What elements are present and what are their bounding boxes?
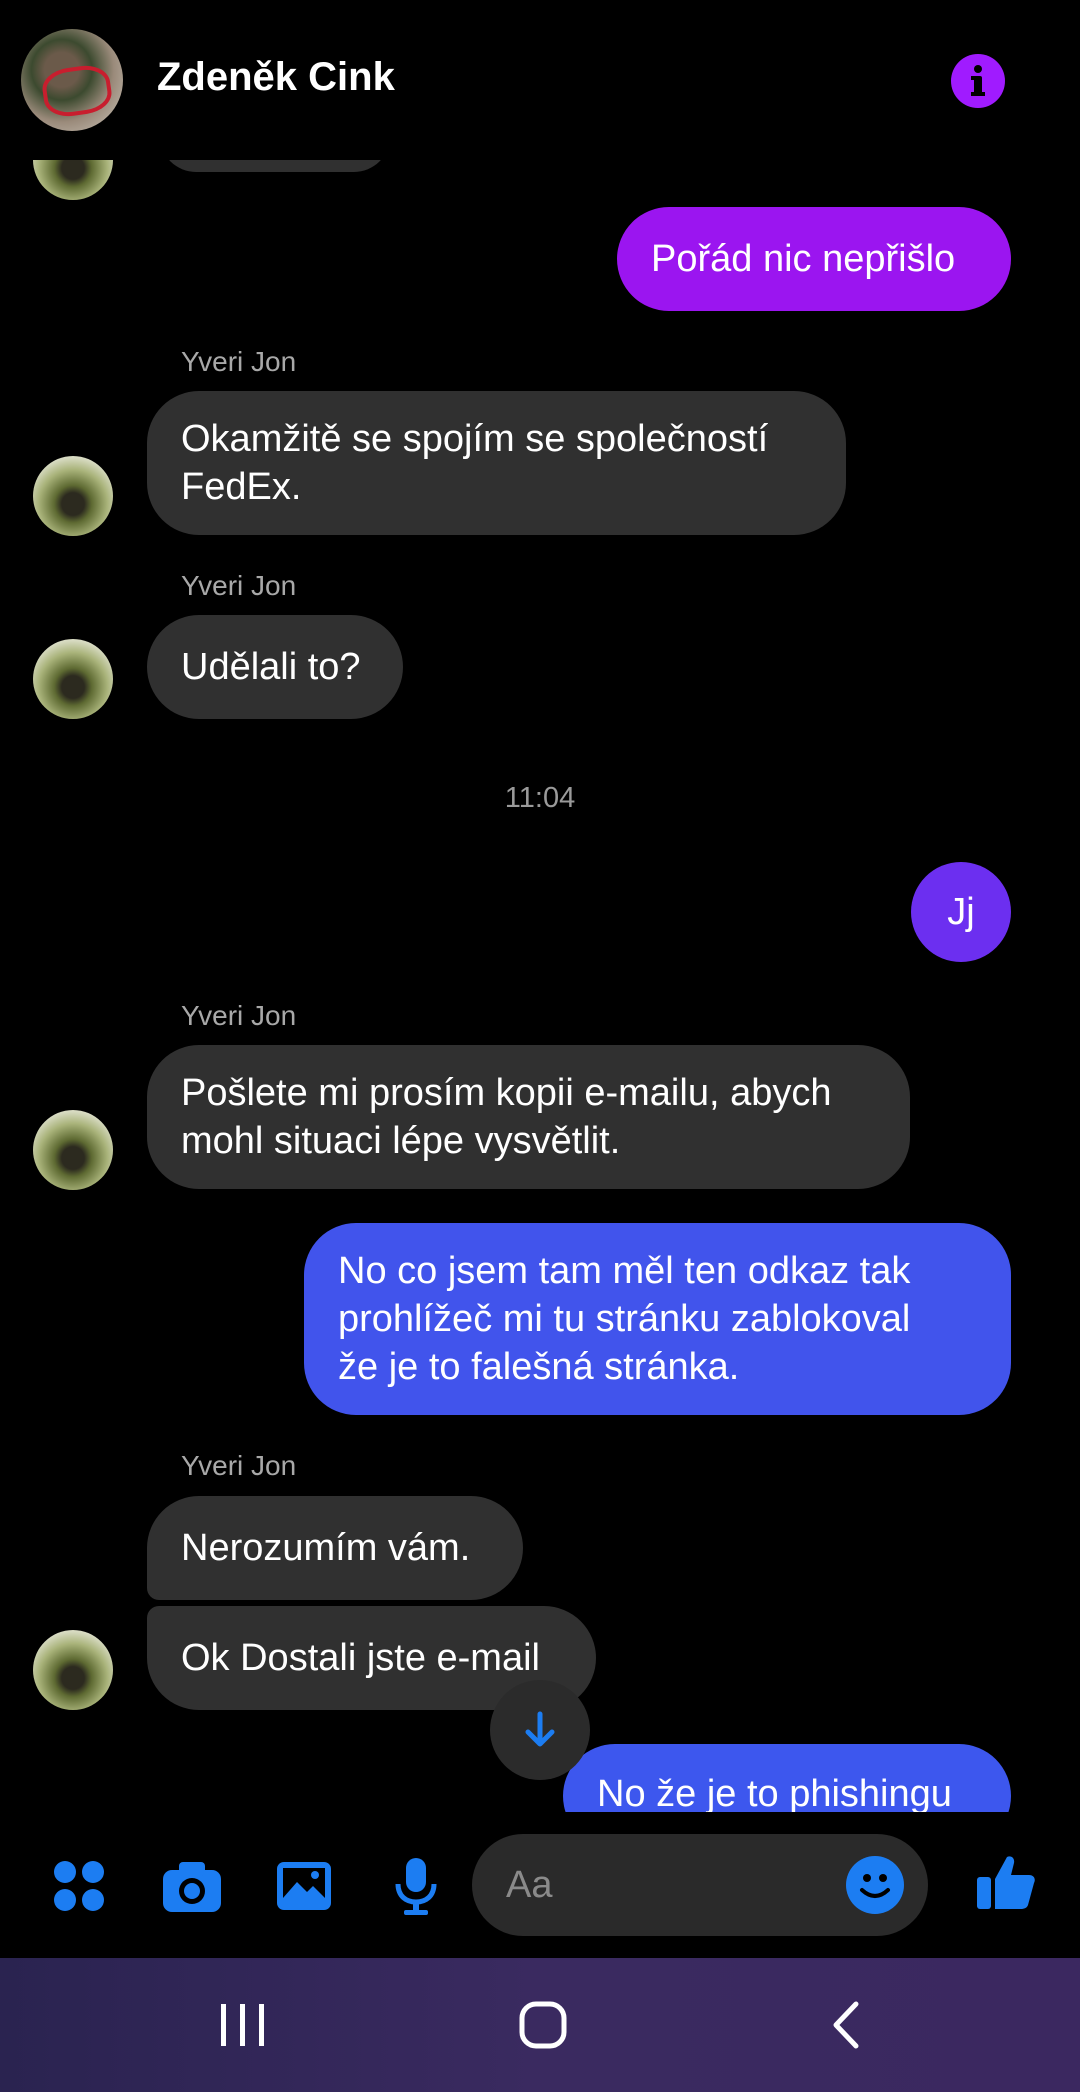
message-text-line: mohl situaci lépe vysvětlit. bbox=[181, 1120, 621, 1162]
message-bubble-outgoing[interactable]: No co jsem tam měl ten odkaz tak prohlíž… bbox=[304, 1223, 1011, 1415]
emoji-icon[interactable] bbox=[846, 1856, 904, 1914]
microphone-icon[interactable] bbox=[384, 1854, 448, 1918]
sender-avatar bbox=[33, 456, 113, 536]
message-text: Nerozumím vám. bbox=[181, 1527, 471, 1569]
message-bubble-incoming[interactable]: Pošlete mi prosím kopii e-mailu, abych m… bbox=[147, 1045, 910, 1189]
composer-bar: Aa bbox=[0, 1812, 1080, 1958]
info-icon[interactable] bbox=[951, 54, 1005, 108]
message-bubble-outgoing[interactable]: Pořád nic nepřišlo bbox=[617, 207, 1011, 311]
contact-avatar[interactable] bbox=[21, 29, 123, 131]
sender-name: Yveri Jon bbox=[181, 570, 297, 601]
message-text-line: No co jsem tam měl ten odkaz tak bbox=[338, 1250, 911, 1292]
message-text: Pořád nic nepřišlo bbox=[651, 238, 956, 280]
sender-avatar bbox=[33, 160, 113, 200]
sender-name: Yveri Jon bbox=[181, 1450, 297, 1481]
message-bubble-incoming[interactable]: Okamžitě se spojím se společností FedEx. bbox=[147, 391, 846, 535]
message-bubble-outgoing[interactable]: No že je to phishingu bbox=[563, 1744, 1011, 1812]
back-icon[interactable] bbox=[826, 2000, 866, 2050]
recent-apps-icon[interactable] bbox=[215, 2000, 271, 2050]
sender-name: Yveri Jon bbox=[181, 1000, 297, 1031]
message-list[interactable]: Pořád nic nepřišlo Yveri Jon Okamžitě se… bbox=[0, 160, 1080, 1812]
message-bubble-outgoing[interactable]: Jj bbox=[911, 862, 1011, 962]
sender-avatar bbox=[33, 1110, 113, 1190]
home-icon[interactable] bbox=[518, 2000, 568, 2050]
message-text: Udělali to? bbox=[181, 646, 361, 688]
message-text: Ok Dostali jste e-mail bbox=[181, 1637, 540, 1679]
message-text-line: FedEx. bbox=[181, 466, 302, 508]
message-bubble-incoming[interactable]: Nerozumím vám. bbox=[147, 1496, 523, 1600]
sender-avatar bbox=[33, 1630, 113, 1710]
chat-header: Zdeněk Cink bbox=[0, 0, 1080, 160]
sender-name: Yveri Jon bbox=[181, 346, 297, 377]
message-text-line: Pošlete mi prosím kopii e-mailu, abych bbox=[181, 1072, 832, 1114]
menu-dots-icon[interactable] bbox=[47, 1854, 111, 1918]
scroll-to-bottom-button[interactable] bbox=[490, 1680, 590, 1780]
system-nav-bar bbox=[0, 1958, 1080, 2092]
message-text: No že je to phishingu bbox=[597, 1773, 952, 1812]
contact-name[interactable]: Zdeněk Cink bbox=[157, 55, 395, 100]
image-icon[interactable] bbox=[272, 1854, 336, 1918]
sender-avatar bbox=[33, 639, 113, 719]
message-bubble-partial bbox=[160, 160, 390, 172]
timestamp: 11:04 bbox=[504, 782, 576, 814]
camera-icon[interactable] bbox=[160, 1854, 224, 1918]
message-text-line: že je to falešná stránka. bbox=[338, 1346, 740, 1388]
message-text-line: prohlížeč mi tu stránku zablokoval bbox=[338, 1298, 911, 1340]
arrow-down-icon bbox=[525, 1711, 555, 1747]
message-text-line: Okamžitě se spojím se společností bbox=[181, 418, 769, 460]
message-bubble-incoming[interactable]: Udělali to? bbox=[147, 615, 403, 719]
thumbs-up-icon[interactable] bbox=[974, 1850, 1038, 1914]
message-text: Jj bbox=[947, 891, 975, 933]
